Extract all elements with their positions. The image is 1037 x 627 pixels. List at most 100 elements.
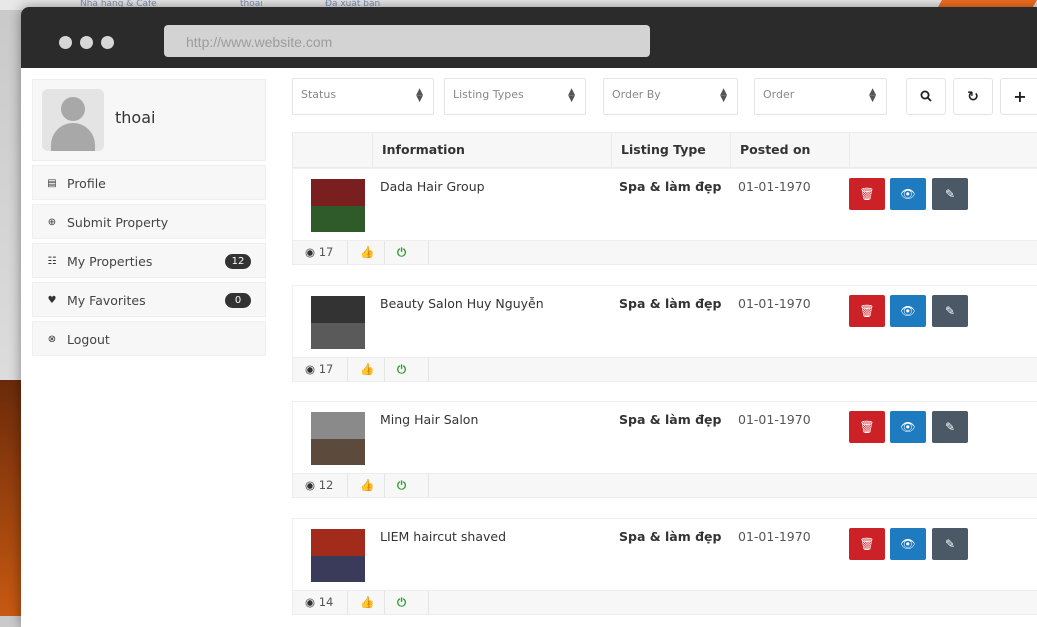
eye-icon: 👁 [900, 420, 916, 434]
eye-icon: 👁 [900, 187, 916, 201]
table-row: LIEM haircut shaved Spa & làm đẹp 01-01-… [292, 518, 1037, 615]
table-row: Beauty Salon Huy Nguyễn Spa & làm đẹp 01… [292, 285, 1037, 382]
order-by-select[interactable]: Order By ▲ ▼ [603, 78, 738, 115]
edit-button[interactable]: ✎ [932, 528, 968, 560]
listing-stats: ◉ 17 👍 ⏻ [292, 240, 1037, 265]
like-button[interactable]: 👍 [348, 358, 385, 381]
sidebar-item-my-properties[interactable]: ☷ My Properties 12 [32, 243, 266, 278]
posted-date: 01-01-1970 [738, 529, 811, 544]
view-button[interactable]: 👁 [890, 411, 926, 443]
thumbs-up-icon: 👍 [360, 245, 375, 259]
address-bar[interactable]: http://www.website.com [164, 25, 650, 57]
like-button[interactable]: 👍 [348, 591, 385, 614]
sidebar-item-label: Profile [67, 176, 106, 191]
delete-button[interactable]: 🗑 [849, 411, 885, 443]
reset-button[interactable]: ↻ [953, 78, 993, 115]
window-dot-maximize[interactable] [101, 36, 114, 49]
filter-bar: Status ▲ ▼ Listing Types ▲ ▼ Order By ▲ ▼ O… [292, 78, 1037, 116]
thumbs-up-icon: 👍 [360, 478, 375, 492]
search-button[interactable] [906, 78, 946, 115]
add-button[interactable]: + [1000, 78, 1037, 115]
plus-icon: + [1013, 87, 1027, 106]
select-value: Order By [612, 88, 661, 101]
listing-name[interactable]: Beauty Salon Huy Nguyễn [380, 296, 544, 311]
posted-date: 01-01-1970 [738, 412, 811, 427]
power-icon: ⏻ [397, 245, 407, 259]
username: thoai [115, 108, 156, 127]
listing-types-select[interactable]: Listing Types ▲ ▼ [444, 78, 586, 115]
posted-date: 01-01-1970 [738, 296, 811, 311]
delete-button[interactable]: 🗑 [849, 295, 885, 327]
eye-icon: ◉ [305, 478, 316, 492]
column-header-posted-on: Posted on [730, 133, 849, 167]
power-icon: ⏻ [397, 595, 407, 609]
status-toggle[interactable]: ⏻ [385, 241, 429, 264]
status-select[interactable]: Status ▲ ▼ [292, 78, 434, 115]
sidebar-item-label: Logout [67, 332, 110, 347]
column-header-information: Information [372, 133, 611, 167]
trash-icon: 🗑 [859, 187, 875, 201]
view-button[interactable]: 👁 [890, 528, 926, 560]
sidebar-item-label: Submit Property [67, 215, 169, 230]
order-select[interactable]: Order ▲ ▼ [754, 78, 887, 115]
actions-column-header [849, 133, 1037, 167]
pencil-icon: ✎ [944, 304, 956, 318]
eye-icon: 👁 [900, 537, 916, 551]
view-button[interactable]: 👁 [890, 295, 926, 327]
sort-arrows-icon: ▲ ▼ [720, 87, 727, 104]
edit-button[interactable]: ✎ [932, 295, 968, 327]
table-row: Ming Hair Salon Spa & làm đẹp 01-01-1970… [292, 401, 1037, 498]
view-count: ◉ 14 [293, 591, 348, 614]
listing-name[interactable]: Ming Hair Salon [380, 412, 478, 427]
view-count: ◉ 12 [293, 474, 348, 497]
listing-thumbnail[interactable] [311, 529, 365, 582]
plus-circle-icon: ⊕ [47, 217, 57, 228]
thumb-column-header [293, 133, 372, 167]
like-button[interactable]: 👍 [348, 474, 385, 497]
sidebar-item-my-favorites[interactable]: ♥ My Favorites 0 [32, 282, 266, 317]
table-row: Dada Hair Group Spa & làm đẹp 01-01-1970… [292, 168, 1037, 265]
user-card: thoai [32, 79, 266, 161]
times-circle-icon: ⊗ [47, 334, 57, 345]
sidebar-item-profile[interactable]: ▤ Profile [32, 165, 266, 200]
edit-button[interactable]: ✎ [932, 178, 968, 210]
pencil-icon: ✎ [944, 187, 956, 201]
edit-button[interactable]: ✎ [932, 411, 968, 443]
delete-button[interactable]: 🗑 [849, 528, 885, 560]
eye-icon: ◉ [305, 362, 316, 376]
sidebar-item-logout[interactable]: ⊗ Logout [32, 321, 266, 356]
eye-icon: 👁 [900, 304, 916, 318]
list-alt-icon: ▤ [47, 178, 57, 189]
refresh-icon: ↻ [967, 89, 979, 105]
pencil-icon: ✎ [944, 537, 956, 551]
select-value: Order [763, 88, 795, 101]
status-toggle[interactable]: ⏻ [385, 591, 429, 614]
trash-icon: 🗑 [859, 304, 875, 318]
trash-icon: 🗑 [859, 420, 875, 434]
view-count: ◉ 17 [293, 358, 348, 381]
listing-type: Spa & làm đẹp [619, 179, 722, 194]
avatar [42, 89, 104, 151]
sidebar: thoai ▤ Profile ⊕ Submit Property ☷ My P… [32, 79, 266, 356]
eye-icon: ◉ [305, 595, 316, 609]
like-button[interactable]: 👍 [348, 241, 385, 264]
select-value: Listing Types [453, 88, 524, 101]
listing-thumbnail[interactable] [311, 412, 365, 465]
status-toggle[interactable]: ⏻ [385, 474, 429, 497]
posted-date: 01-01-1970 [738, 179, 811, 194]
power-icon: ⏻ [397, 362, 407, 376]
listing-name[interactable]: LIEM haircut shaved [380, 529, 506, 544]
thumbs-up-icon: 👍 [360, 595, 375, 609]
search-icon [920, 90, 932, 102]
listing-thumbnail[interactable] [311, 179, 365, 232]
listing-type: Spa & làm đẹp [619, 296, 722, 311]
delete-button[interactable]: 🗑 [849, 178, 885, 210]
window-dot-close[interactable] [59, 36, 72, 49]
status-toggle[interactable]: ⏻ [385, 358, 429, 381]
sidebar-item-submit-property[interactable]: ⊕ Submit Property [32, 204, 266, 239]
listing-name[interactable]: Dada Hair Group [380, 179, 485, 194]
window-dot-minimize[interactable] [80, 36, 93, 49]
view-button[interactable]: 👁 [890, 178, 926, 210]
listing-thumbnail[interactable] [311, 296, 365, 349]
listing-stats: ◉ 12 👍 ⏻ [292, 473, 1037, 498]
